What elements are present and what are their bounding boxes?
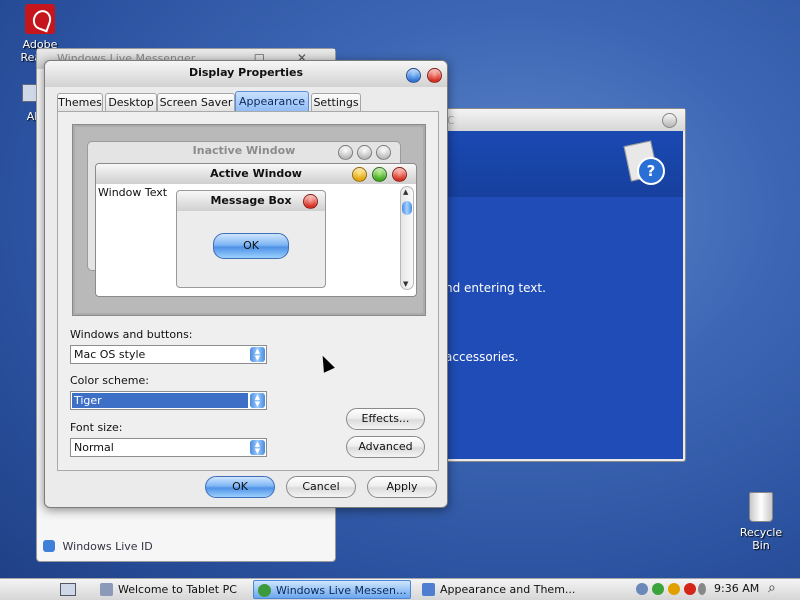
tray-volume-icon[interactable]: [698, 583, 706, 595]
font-size-value: Normal: [74, 441, 114, 454]
taskbar: Welcome to Tablet PC Windows Live Messen…: [0, 578, 800, 600]
close-icon[interactable]: [427, 68, 442, 83]
appearance-panel: Inactive Window Active Window Window Tex…: [57, 111, 439, 471]
ok-button[interactable]: OK: [205, 476, 275, 498]
tab-screen-saver[interactable]: Screen Saver: [157, 93, 235, 111]
font-size-label: Font size:: [70, 421, 123, 434]
font-size-select[interactable]: Normal ▲ ▼: [70, 438, 267, 457]
tab-desktop[interactable]: Desktop: [105, 93, 157, 111]
active-close-icon: [392, 167, 407, 182]
windows-buttons-label: Windows and buttons:: [70, 328, 193, 341]
scroll-down-arrow-icon: ▼: [403, 280, 409, 288]
dialog-title: Display Properties: [188, 66, 304, 79]
dialog-titlebar[interactable]: Display Properties: [45, 61, 447, 87]
color-scheme-value: Tiger: [72, 393, 248, 408]
preview-scrollbar: ▲ ▼: [400, 186, 414, 290]
welcome-title-fragment: C: [447, 114, 455, 127]
tray-security-icon[interactable]: [684, 583, 696, 595]
welcome-header-band: ?: [441, 131, 683, 197]
scroll-thumb: [402, 201, 412, 215]
search-icon[interactable]: ⌕: [768, 580, 776, 596]
tab-themes[interactable]: Themes: [57, 93, 103, 111]
cancel-button[interactable]: Cancel: [286, 476, 356, 498]
message-box-close-icon: [303, 194, 318, 209]
minimize-icon[interactable]: [406, 68, 421, 83]
inactive-minimize-icon: [357, 145, 372, 160]
preview-ok-button: OK: [213, 233, 289, 259]
tray-warning-icon[interactable]: [668, 583, 680, 595]
tray-messenger-icon[interactable]: [652, 583, 664, 595]
inactive-zoom-icon: [376, 145, 391, 160]
apply-button[interactable]: Apply: [367, 476, 437, 498]
advanced-button[interactable]: Advanced: [346, 436, 425, 458]
welcome-body: ? nd entering text. accessories.: [441, 131, 683, 459]
adobe-reader-icon: [25, 4, 55, 34]
welcome-titlebar[interactable]: C: [439, 109, 685, 131]
messenger-icon: [258, 584, 271, 597]
display-properties-icon: [422, 583, 435, 596]
welcome-text-line2: accessories.: [445, 350, 519, 364]
taskbar-item-welcome[interactable]: Welcome to Tablet PC: [96, 580, 248, 599]
preview-background: Inactive Window Active Window Window Tex…: [75, 127, 423, 313]
active-zoom-icon: [372, 167, 387, 182]
active-window-title: Active Window: [96, 164, 416, 184]
help-icon: ?: [623, 139, 665, 185]
windows-live-icon: [43, 540, 55, 552]
effects-button[interactable]: Effects...: [346, 408, 425, 430]
taskbar-item-label: Windows Live Messen...: [276, 584, 407, 597]
recycle-bin-label: Recycle Bin: [739, 526, 783, 552]
quick-launch-icon[interactable]: [60, 583, 76, 596]
desktop-icon-recycle-bin[interactable]: Recycle Bin: [731, 492, 791, 552]
scroll-up-arrow-icon: ▲: [403, 188, 409, 196]
welcome-window[interactable]: C ? nd entering text. accessories.: [438, 108, 686, 462]
active-minimize-icon: [352, 167, 367, 182]
welcome-text-line1: nd entering text.: [445, 281, 546, 295]
color-scheme-label: Color scheme:: [70, 374, 149, 387]
tab-appearance[interactable]: Appearance: [235, 91, 309, 113]
stepper-icon: ▲ ▼: [250, 347, 265, 362]
display-properties-dialog[interactable]: Display Properties Themes Desktop Screen…: [44, 60, 448, 508]
inactive-window-title: Inactive Window: [192, 144, 296, 157]
tab-settings[interactable]: Settings: [311, 93, 361, 111]
stepper-icon: ▲ ▼: [250, 440, 265, 455]
appearance-preview: Inactive Window Active Window Window Tex…: [72, 124, 426, 316]
taskbar-item-appearance[interactable]: Appearance and Them...: [418, 580, 575, 599]
windows-live-id-label: Windows Live ID: [62, 540, 153, 553]
window-control-icon[interactable]: [662, 113, 677, 128]
taskbar-clock[interactable]: 9:36 AM: [714, 582, 759, 595]
windows-live-id: Windows Live ID: [43, 540, 153, 553]
color-scheme-select[interactable]: Tiger ▲ ▼: [70, 391, 267, 410]
windows-buttons-value: Mac OS style: [74, 348, 146, 361]
windows-buttons-select[interactable]: Mac OS style ▲ ▼: [70, 345, 267, 364]
window-text-sample: Window Text: [98, 186, 168, 199]
stepper-icon: ▲ ▼: [250, 393, 265, 408]
inactive-close-icon: [338, 145, 353, 160]
tray-network-icon[interactable]: [636, 583, 648, 595]
preview-active-window: Active Window Window Text Message Box OK…: [95, 163, 417, 297]
taskbar-item-label: Welcome to Tablet PC: [118, 583, 237, 596]
recycle-bin-icon: [749, 492, 773, 522]
taskbar-item-messenger[interactable]: Windows Live Messen...: [253, 580, 411, 599]
taskbar-item-label: Appearance and Them...: [440, 583, 576, 596]
preview-message-box: Message Box OK: [176, 190, 326, 288]
window-icon: [100, 583, 113, 596]
